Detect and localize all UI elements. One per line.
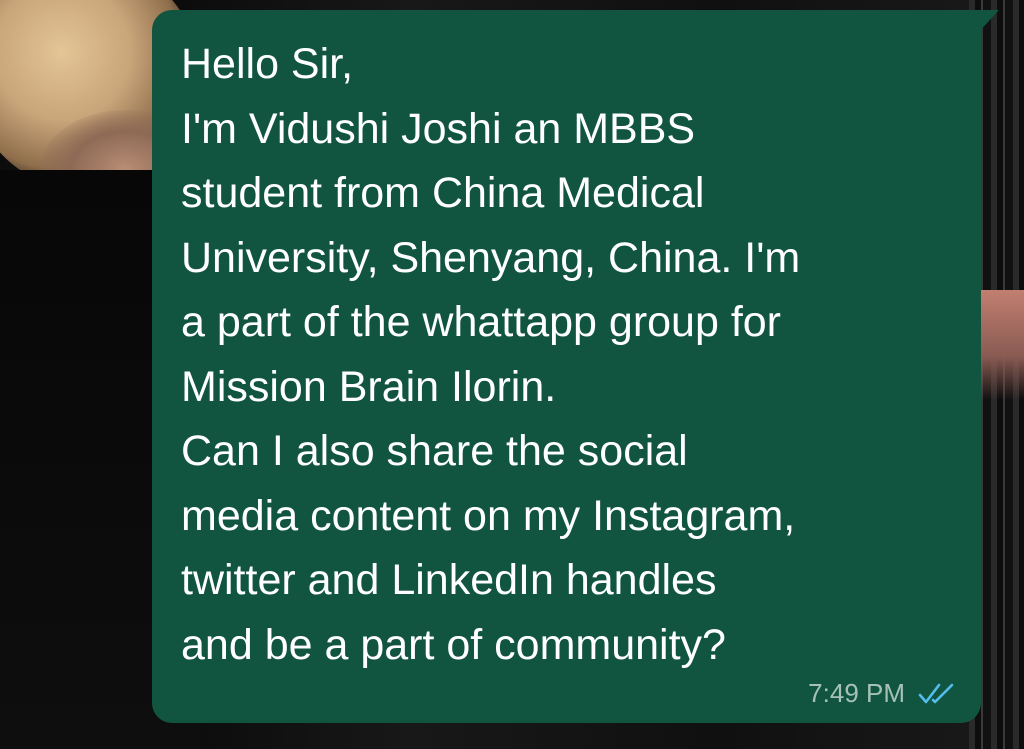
message-line: and be a part of community? [181,620,726,669]
message-meta: 7:49 PM [808,678,957,709]
message-line: student from China Medical [181,169,705,217]
message-line: Can I also share the social [181,427,688,475]
bubble-tail [977,10,999,34]
double-check-read-icon [917,682,957,706]
message-line: media content on my Instagram, [181,491,796,540]
message-text: Hello Sir, I'm Vidushi Joshi an MBBS stu… [181,32,953,677]
message-line: University, Shenyang, China. I'm [181,233,801,282]
message-line: Mission Brain Ilorin. [181,362,557,411]
message-line: a part of the whattapp group for [181,298,782,346]
message-line: Hello Sir, [181,40,354,88]
message-timestamp: 7:49 PM [808,678,905,708]
outgoing-message-bubble[interactable]: Hello Sir, I'm Vidushi Joshi an MBBS stu… [152,10,981,723]
message-line: I'm Vidushi Joshi an MBBS [181,104,696,153]
message-line: twitter and LinkedIn handles [181,556,717,604]
